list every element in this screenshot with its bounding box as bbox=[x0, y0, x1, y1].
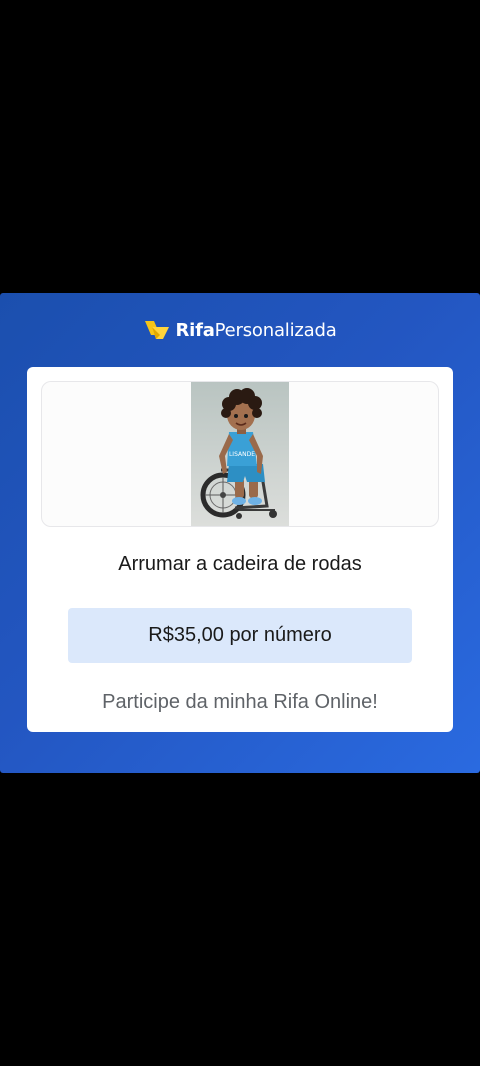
ticket-logo-icon bbox=[145, 321, 170, 339]
brand-name: RifaPersonalizada bbox=[175, 320, 336, 341]
raffle-image-frame: LISANDE bbox=[41, 381, 439, 527]
raffle-share-card: RifaPersonalizada LISANDE Arrumar a cade… bbox=[0, 293, 480, 773]
brand-name-bold: Rifa bbox=[175, 319, 215, 341]
call-to-action-text: Participe da minha Rifa Online! bbox=[102, 691, 378, 713]
raffle-title: Arrumar a cadeira de rodas bbox=[118, 553, 362, 575]
brand-header: RifaPersonalizada bbox=[0, 318, 480, 342]
price-per-number-button[interactable]: R$35,00 por número bbox=[68, 608, 412, 663]
raffle-details-panel: LISANDE Arrumar a cadeira de rodas R$35,… bbox=[27, 367, 453, 732]
brand-name-regular: Personalizada bbox=[214, 319, 337, 341]
boy-in-wheelchair-illustration: LISANDE bbox=[191, 382, 289, 526]
jersey-text: LISANDE bbox=[229, 451, 255, 458]
